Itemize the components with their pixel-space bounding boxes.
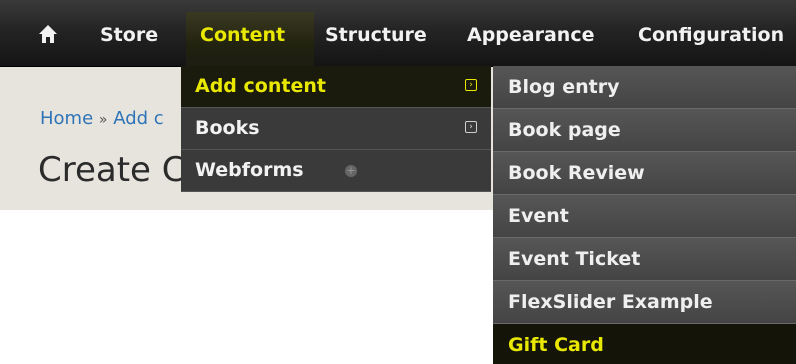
breadcrumb-separator: » [98,112,108,128]
submenu-item-book-page[interactable]: Book page [493,109,796,152]
add-content-submenu: Blog entry Book page Book Review Event E… [493,66,796,364]
toolbar-item-configuration[interactable]: Configuration [638,23,784,47]
toolbar-item-structure[interactable]: Structure [325,23,427,47]
toolbar-item-store[interactable]: Store [100,23,158,47]
toolbar-item-content[interactable]: Content [200,23,285,47]
submenu-item-event-ticket[interactable]: Event Ticket [493,238,796,281]
submenu-item-label: Blog entry [508,76,620,98]
toolbar-item-appearance[interactable]: Appearance [467,23,594,47]
submenu-item-label: Book Review [508,162,645,184]
page-title: Create C [38,150,186,190]
submenu-item-label: FlexSlider Example [508,291,713,313]
menu-item-books[interactable]: Books › [181,108,491,150]
content-dropdown-menu: Add content › Books › Webforms + [181,66,491,192]
breadcrumb-home-link[interactable]: Home [40,108,93,129]
submenu-item-flexslider-example[interactable]: FlexSlider Example [493,281,796,324]
submenu-arrow-icon: › [465,121,477,133]
submenu-item-label: Event [508,205,569,227]
submenu-item-label: Event Ticket [508,248,641,270]
submenu-item-gift-card[interactable]: Gift Card [493,324,796,364]
menu-item-label: Webforms [195,159,304,181]
menu-item-webforms[interactable]: Webforms + [181,150,491,192]
menu-item-label: Add content [195,75,326,97]
submenu-item-book-review[interactable]: Book Review [493,152,796,195]
submenu-item-label: Gift Card [508,334,604,356]
submenu-item-event[interactable]: Event [493,195,796,238]
submenu-arrow-icon: › [465,79,477,91]
submenu-item-label: Book page [508,119,621,141]
breadcrumb-add-content-link[interactable]: Add c [113,108,163,129]
admin-toolbar: Store Content Structure Appearance Confi… [0,0,796,67]
menu-item-add-content[interactable]: Add content › [181,66,491,108]
home-icon[interactable] [38,24,58,44]
breadcrumb: Home » Add c [40,108,164,129]
submenu-item-blog-entry[interactable]: Blog entry [493,66,796,109]
menu-item-label: Books [195,117,260,139]
add-shortcut-icon[interactable]: + [345,165,357,177]
